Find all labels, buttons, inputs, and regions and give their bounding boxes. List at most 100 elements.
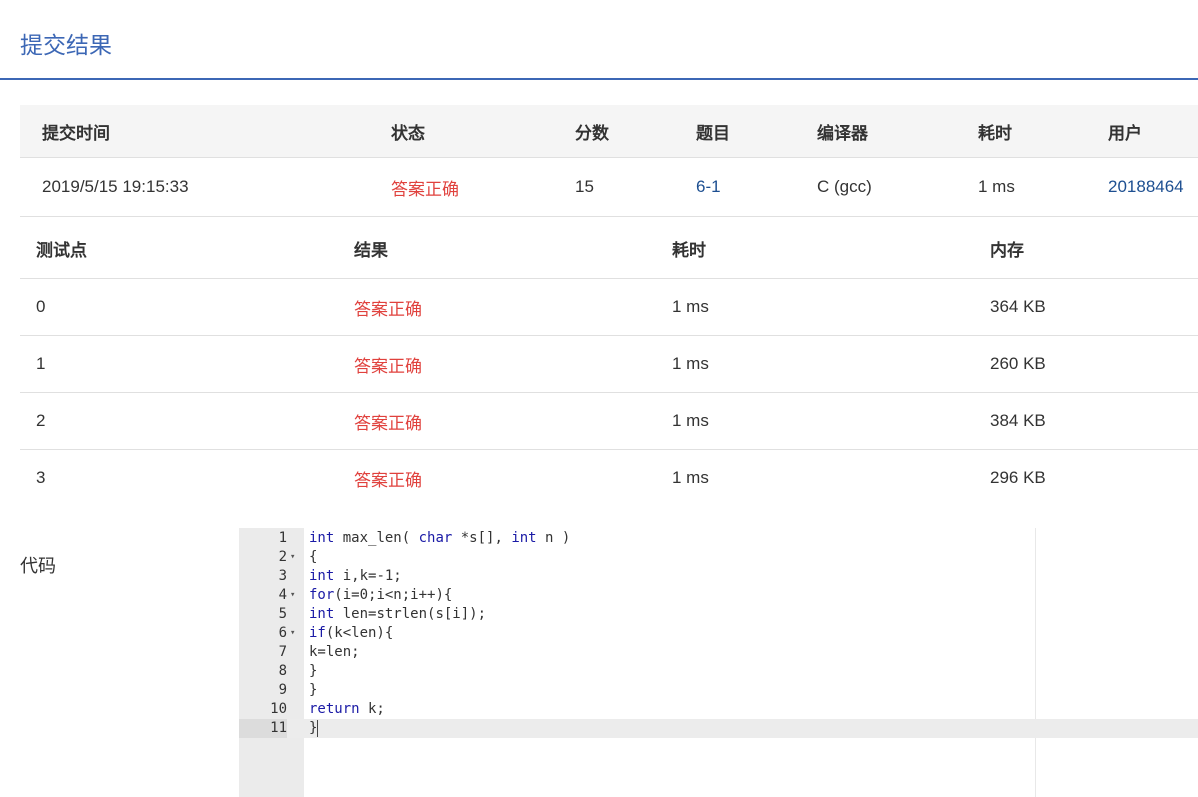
code-line[interactable]: 7 k=len; [239, 643, 1198, 662]
submission-summary-table: 提交时间 状态 分数 题目 编译器 耗时 用户 2019/5/15 19:15:… [20, 105, 1198, 217]
test-time: 1 ms [672, 354, 709, 373]
line-number: 8 [278, 663, 287, 679]
table-row: 1 答案正确 1 ms 260 KB [20, 336, 1198, 393]
code-token: } [309, 720, 318, 736]
code-token: (k<len){ [325, 625, 394, 641]
elapsed-value: 1 ms [978, 177, 1015, 196]
code-keyword: int [309, 530, 335, 546]
user-link[interactable]: 20188464 [1108, 158, 1184, 216]
table-row: 3 答案正确 1 ms 296 KB [20, 450, 1198, 506]
test-memory: 384 KB [990, 411, 1046, 430]
line-number: 10 [270, 701, 287, 717]
code-text: for(i=0;i<n;i++){ [309, 586, 452, 605]
test-time: 1 ms [672, 411, 709, 430]
score-value: 15 [575, 177, 594, 196]
code-line[interactable]: 4 ▾ for(i=0;i<n;i++){ [239, 586, 1198, 605]
test-cases-table: 测试点 结果 耗时 内存 0 答案正确 1 ms 364 KB 1 答案正确 1… [20, 218, 1198, 506]
col-problem: 题目 [696, 123, 730, 143]
line-number: 11 [239, 719, 287, 738]
code-text: k=len; [309, 643, 360, 662]
page-header: 提交结果 [0, 0, 1198, 80]
code-line[interactable]: 2 ▾ { [239, 548, 1198, 567]
code-token: { [309, 549, 318, 565]
code-text: return k; [309, 700, 385, 719]
test-memory: 260 KB [990, 354, 1046, 373]
table-row: 0 答案正确 1 ms 364 KB [20, 279, 1198, 336]
code-token: *s[], [452, 530, 512, 546]
test-id: 1 [36, 354, 46, 373]
line-number: 5 [278, 606, 287, 622]
line-number: 2 [278, 549, 287, 565]
code-text: if(k<len){ [309, 624, 393, 643]
code-line[interactable]: 1 int max_len( char *s[], int n ) [239, 529, 1198, 548]
page-title: 提交结果 [20, 32, 112, 58]
code-keyword: int [511, 530, 537, 546]
code-token: } [309, 663, 318, 679]
code-token: k; [359, 701, 385, 717]
code-line[interactable]: 11} [239, 719, 1198, 738]
col-result: 结果 [354, 240, 388, 260]
code-keyword: return [309, 701, 360, 717]
code-token: (i=0;i<n;i++){ [334, 587, 453, 603]
code-line[interactable]: 3 int i,k=-1; [239, 567, 1198, 586]
col-time: 耗时 [672, 240, 706, 260]
line-number: 4 [278, 587, 287, 603]
fold-toggle-icon[interactable]: ▾ [290, 548, 300, 567]
col-compiler: 编译器 [817, 123, 868, 143]
test-id: 0 [36, 297, 46, 316]
code-text: { [309, 548, 317, 567]
code-text: int max_len( char *s[], int n ) [309, 529, 570, 548]
code-text: int len=strlen(s[i]); [309, 605, 486, 624]
code-line[interactable]: 10 return k; [239, 700, 1198, 719]
code-token: k=len; [309, 644, 360, 660]
code-text: int i,k=-1; [309, 567, 402, 586]
code-text: } [309, 719, 319, 738]
col-test-point: 测试点 [36, 240, 87, 260]
fold-toggle-icon[interactable]: ▾ [290, 624, 300, 643]
col-status: 状态 [391, 123, 425, 143]
col-submit-time: 提交时间 [42, 123, 110, 143]
submit-time: 2019/5/15 19:15:33 [42, 177, 189, 196]
code-keyword: int [309, 606, 335, 622]
code-editor[interactable]: 1 int max_len( char *s[], int n ) 2 ▾{3 int … [239, 528, 1198, 797]
col-memory: 内存 [990, 240, 1024, 260]
code-token: i,k=-1; [334, 568, 402, 584]
code-line[interactable]: 9} [239, 681, 1198, 700]
line-number: 3 [278, 568, 287, 584]
code-line[interactable]: 5 int len=strlen(s[i]); [239, 605, 1198, 624]
code-line[interactable]: 6 ▾ if(k<len){ [239, 624, 1198, 643]
code-keyword: for [309, 587, 335, 603]
status-text: 答案正确 [391, 179, 459, 199]
test-result: 答案正确 [354, 413, 422, 433]
test-id: 2 [36, 411, 46, 430]
summary-header-row: 提交时间 状态 分数 题目 编译器 耗时 用户 [20, 105, 1198, 158]
code-keyword: char [418, 530, 453, 546]
code-keyword: if [309, 625, 326, 641]
test-time: 1 ms [672, 468, 709, 487]
col-user: 用户 [1108, 123, 1142, 143]
test-time: 1 ms [672, 297, 709, 316]
code-line[interactable]: 8} [239, 662, 1198, 681]
test-memory: 296 KB [990, 468, 1046, 487]
test-memory: 364 KB [990, 297, 1046, 316]
problem-link[interactable]: 6-1 [696, 158, 721, 216]
code-label: 代码 [20, 556, 56, 576]
code-token: len=strlen(s[i]); [334, 606, 487, 622]
fold-toggle-icon[interactable]: ▾ [290, 586, 300, 605]
col-score: 分数 [575, 123, 609, 143]
code-token: n ) [536, 530, 571, 546]
compiler-value: C (gcc) [817, 177, 872, 196]
line-number: 1 [278, 530, 287, 546]
test-result: 答案正确 [354, 356, 422, 376]
line-number: 6 [278, 625, 287, 641]
code-token: max_len( [334, 530, 419, 546]
test-id: 3 [36, 468, 46, 487]
code-text: } [309, 681, 317, 700]
table-row: 2 答案正确 1 ms 384 KB [20, 393, 1198, 450]
text-cursor [317, 719, 319, 737]
line-number: 7 [278, 644, 287, 660]
code-keyword: int [309, 568, 335, 584]
test-result: 答案正确 [354, 299, 422, 319]
summary-row: 2019/5/15 19:15:33 答案正确 15 6-1 C (gcc) 1… [20, 158, 1198, 217]
tests-header-row: 测试点 结果 耗时 内存 [20, 218, 1198, 279]
